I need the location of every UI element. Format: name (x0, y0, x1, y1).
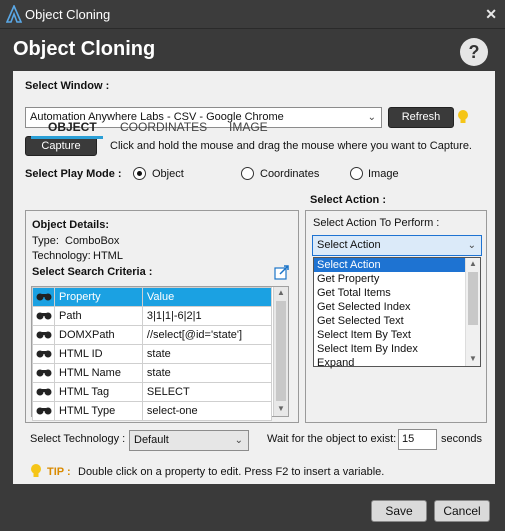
table-row[interactable]: HTML Name state (32, 363, 273, 383)
action-select-value: Select Action (317, 239, 381, 251)
scroll-down-icon[interactable]: ▼ (277, 404, 285, 413)
table-scroll-thumb[interactable] (276, 301, 286, 401)
radio-coordinates-label: Coordinates (260, 168, 320, 180)
table-row[interactable]: HTML Tag SELECT (32, 382, 273, 402)
technology-value: HTML (93, 250, 123, 262)
scroll-down-icon[interactable]: ▼ (469, 354, 477, 363)
page-title: Object Cloning (13, 38, 156, 60)
value-cell[interactable]: SELECT (141, 382, 273, 402)
tab-coordinates[interactable]: COORDINATES (120, 120, 207, 134)
scroll-up-icon[interactable]: ▲ (277, 288, 285, 297)
action-dropdown-list[interactable]: Select Action Get Property Get Total Ite… (313, 257, 481, 370)
binoculars-icon[interactable] (32, 363, 55, 383)
property-column-header[interactable]: Property (54, 287, 143, 307)
property-cell[interactable]: HTML Type (54, 401, 143, 421)
lightbulb-icon[interactable] (457, 109, 469, 125)
active-tab-indicator (31, 136, 103, 139)
dropdown-scrollbar[interactable]: ▲ ▼ (465, 258, 480, 366)
wait-label: Wait for the object to exist: (267, 433, 397, 445)
binoculars-icon[interactable] (32, 306, 55, 326)
perform-action-label: Select Action To Perform : (313, 217, 440, 229)
close-icon[interactable]: ✕ (485, 6, 497, 23)
value-cell[interactable]: state (141, 363, 273, 383)
action-option[interactable]: Get Selected Index (314, 300, 480, 314)
property-cell[interactable]: HTML Name (54, 363, 143, 383)
value-column-header[interactable]: Value (141, 287, 273, 307)
technology-select-label: Select Technology : (30, 433, 126, 445)
chevron-down-icon: ⌄ (467, 240, 476, 251)
radio-object-label: Object (152, 168, 184, 180)
select-window-label: Select Window : (25, 80, 110, 92)
value-cell[interactable]: //select[@id='state'] (141, 325, 273, 345)
footer-bar (0, 484, 505, 531)
binoculars-icon[interactable] (32, 344, 55, 364)
cancel-button[interactable]: Cancel (434, 500, 490, 522)
table-row[interactable]: DOMXPath //select[@id='state'] (32, 325, 273, 345)
action-select[interactable]: Select Action ⌄ (312, 235, 482, 256)
technology-label: Technology: (32, 250, 91, 262)
capture-button[interactable]: Capture (25, 136, 97, 156)
radio-image[interactable] (350, 167, 363, 180)
technology-select[interactable]: Default ⌄ (129, 430, 249, 451)
property-cell[interactable]: HTML ID (54, 344, 143, 364)
property-cell[interactable]: HTML Tag (54, 382, 143, 402)
action-option[interactable]: Select Action (314, 258, 480, 272)
binoculars-icon[interactable] (32, 325, 55, 345)
type-value: ComboBox (65, 235, 120, 247)
property-cell[interactable]: Path (54, 306, 143, 326)
radio-image-label: Image (368, 168, 399, 180)
tip-label: TIP : (47, 466, 71, 478)
table-header-row: Property Value (32, 287, 273, 307)
window-title: Object Cloning (25, 7, 111, 22)
action-option[interactable]: Get Selected Text (314, 314, 480, 328)
dropdown-scroll-thumb[interactable] (468, 272, 478, 325)
table-row[interactable]: HTML ID state (32, 344, 273, 364)
refresh-button[interactable]: Refresh (388, 107, 454, 128)
action-option[interactable]: Expand (314, 356, 480, 370)
edit-criteria-icon[interactable] (274, 264, 290, 280)
wait-seconds-input[interactable]: 15 (398, 429, 437, 450)
criteria-table: Property Value Path 3|1|1|-6|2|1 DOMXPat… (32, 287, 273, 421)
scroll-up-icon[interactable]: ▲ (469, 259, 477, 268)
action-option[interactable]: Get Property (314, 272, 480, 286)
value-cell[interactable]: state (141, 344, 273, 364)
radio-object[interactable] (133, 167, 146, 180)
table-row[interactable]: Path 3|1|1|-6|2|1 (32, 306, 273, 326)
radio-coordinates[interactable] (241, 167, 254, 180)
action-option[interactable]: Select Item By Index (314, 342, 480, 356)
wait-unit: seconds (441, 433, 482, 445)
tab-image[interactable]: IMAGE (229, 120, 268, 134)
select-action-label: Select Action : (310, 194, 386, 206)
binoculars-icon (32, 287, 55, 307)
technology-select-value: Default (134, 434, 169, 446)
binoculars-icon[interactable] (32, 401, 55, 421)
chevron-down-icon: ⌄ (367, 112, 376, 123)
value-cell[interactable]: select-one (141, 401, 273, 421)
object-details-heading: Object Details: (32, 219, 110, 231)
help-icon[interactable]: ? (460, 38, 488, 66)
lightbulb-icon (31, 464, 41, 477)
search-criteria-label: Select Search Criteria : (32, 266, 153, 278)
tab-object[interactable]: OBJECT (48, 120, 97, 134)
play-mode-label: Select Play Mode : (25, 168, 122, 180)
table-row[interactable]: HTML Type select-one (32, 401, 273, 421)
chevron-down-icon: ⌄ (234, 435, 243, 446)
automation-anywhere-logo-icon (6, 5, 22, 23)
capture-hint: Click and hold the mouse and drag the mo… (110, 140, 472, 152)
type-label: Type: (32, 235, 59, 247)
action-option[interactable]: Select Item By Text (314, 328, 480, 342)
dialog-header: Object Cloning ? (0, 29, 505, 71)
property-cell[interactable]: DOMXPath (54, 325, 143, 345)
binoculars-icon[interactable] (32, 382, 55, 402)
value-cell[interactable]: 3|1|1|-6|2|1 (141, 306, 273, 326)
title-bar: Object Cloning ✕ (0, 0, 505, 29)
save-button[interactable]: Save (371, 500, 427, 522)
action-option[interactable]: Get Total Items (314, 286, 480, 300)
tip-text: Double click on a property to edit. Pres… (78, 466, 385, 478)
table-scrollbar[interactable]: ▲ ▼ (273, 287, 288, 416)
